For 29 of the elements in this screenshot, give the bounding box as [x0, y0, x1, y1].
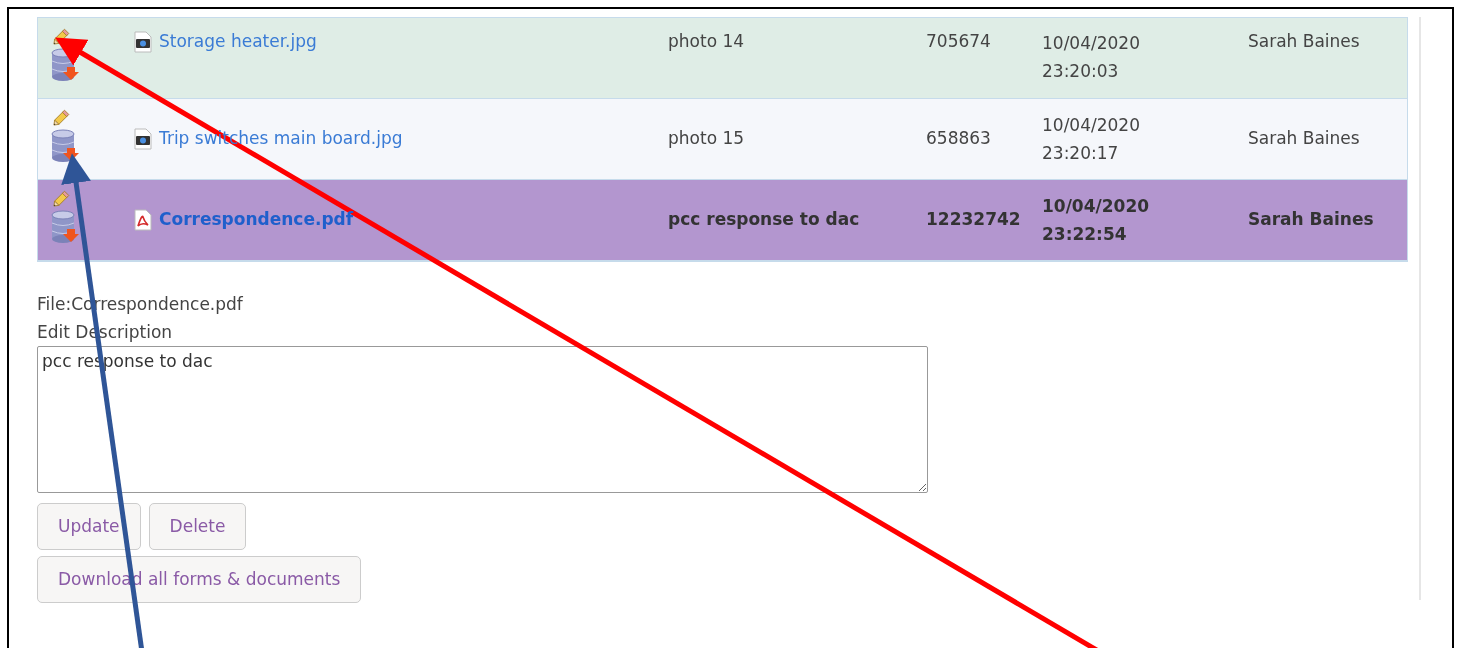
description-cell-text: photo 14 [668, 30, 745, 53]
database-download-icon[interactable] [50, 210, 80, 244]
database-download-icon[interactable] [50, 48, 80, 82]
time-cell-text: 23:20:17 [1042, 142, 1120, 165]
description-cell-text: pcc response to dac [668, 208, 860, 232]
size-cell-text: 658863 [926, 127, 991, 151]
date-cell-text: 10/04/2020 [1042, 32, 1141, 55]
time-cell-text: 23:20:03 [1042, 60, 1120, 83]
time-cell-text: 23:22:54 [1042, 223, 1128, 246]
file-row[interactable]: Correspondence.pdf pcc response to dac 12232742 10/04/2020 23:22:54 Sarah Baines [38, 180, 1407, 261]
date-cell-text: 10/04/2020 [1042, 114, 1141, 137]
file-row[interactable]: Storage heater.jpg photo 14 705674 10/04/2020 23:20:03 Sarah Baines [38, 18, 1407, 99]
uploader-cell-text: Sarah Baines [1248, 127, 1360, 151]
form-button[interactable]: Delete [148, 503, 247, 550]
description-cell-text: photo 15 [668, 127, 745, 151]
pdf-file-icon [133, 209, 153, 231]
file-link[interactable]: Storage heater.jpg [159, 29, 317, 55]
database-download-icon[interactable] [50, 129, 80, 163]
form-button[interactable]: Update [37, 503, 141, 550]
pencil-icon[interactable] [50, 26, 72, 48]
camera-file-icon [133, 128, 153, 150]
size-cell-text: 12232742 [926, 208, 1021, 232]
date-cell-text: 10/04/2020 [1042, 195, 1151, 218]
pencil-icon[interactable] [50, 107, 72, 129]
size-cell-text: 705674 [926, 30, 991, 53]
uploader-cell-text: Sarah Baines [1248, 208, 1374, 232]
camera-file-icon [133, 30, 153, 53]
pencil-icon[interactable] [50, 188, 72, 210]
uploader-cell-text: Sarah Baines [1248, 30, 1360, 53]
